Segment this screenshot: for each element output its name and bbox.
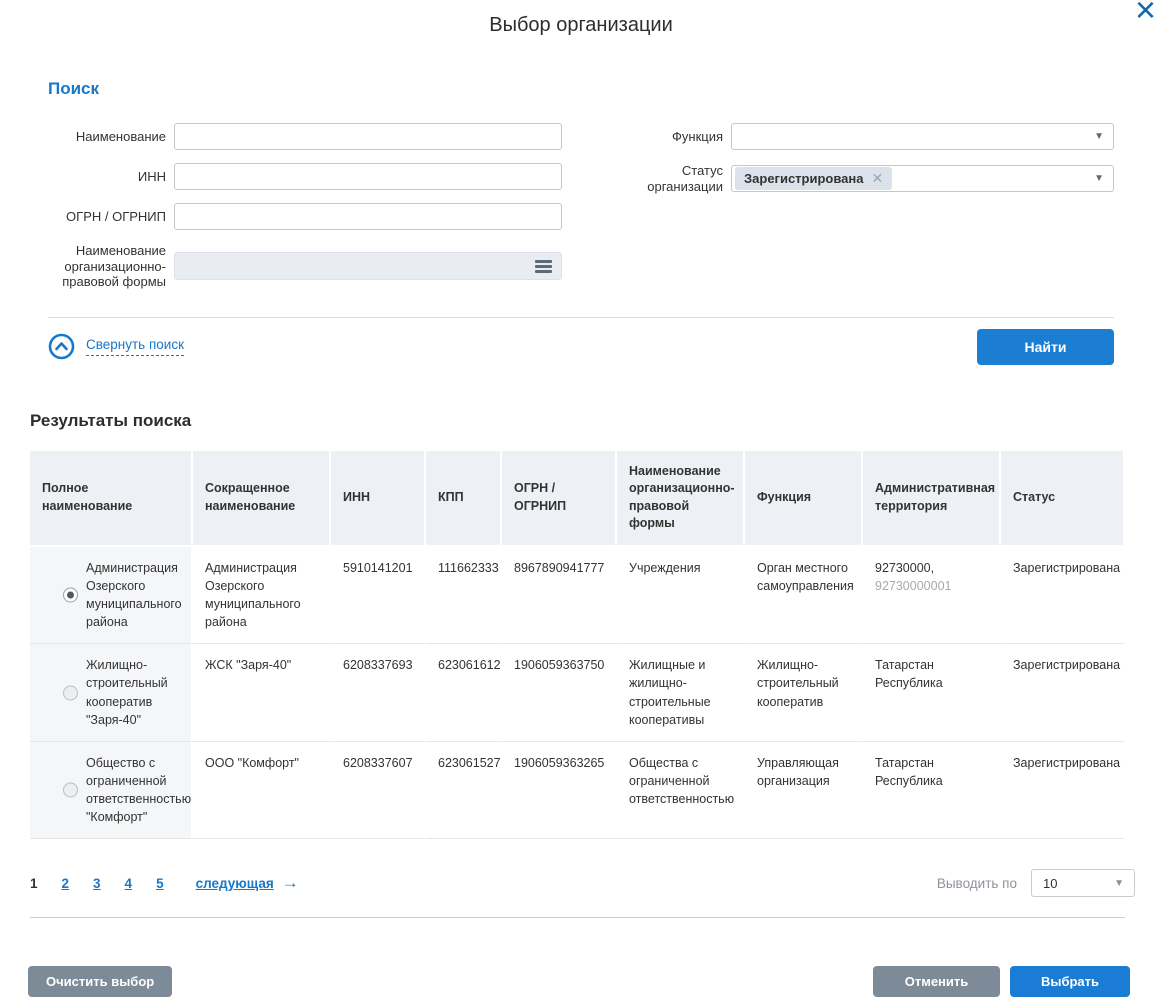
ogrn-label: ОГРН / ОГРНИП [30, 209, 166, 225]
cell-inn: 5910141201 [331, 547, 426, 645]
page-size-select[interactable]: 10 ▼ [1031, 869, 1135, 897]
cell-function: Управляющая организация [745, 742, 863, 840]
row-radio-selected[interactable] [63, 588, 78, 603]
col-header-kpp: КПП [426, 451, 502, 547]
table-row[interactable]: Администрация Озерского муниципального р… [30, 547, 1125, 645]
next-page-label: следующая [196, 876, 274, 891]
name-label: Наименование [30, 129, 166, 145]
col-header-full-name: Полное наименование [30, 451, 193, 547]
territory-code: 92730000, [875, 561, 934, 575]
cell-kpp: 623061527 [426, 742, 502, 840]
function-select[interactable]: ▼ [731, 123, 1114, 150]
col-header-short-name: Сокращенное наименование [193, 451, 331, 547]
cell-opf: Учреждения [617, 547, 745, 645]
cell-kpp: 111662333 [426, 547, 502, 645]
opf-label: Наименование организационно-правовой фор… [30, 243, 166, 290]
ogrn-input[interactable] [174, 203, 562, 230]
page-size-label: Выводить по [937, 876, 1017, 891]
cell-opf: Жилищные и жилищно-строительные кооперат… [617, 644, 745, 742]
inn-label: ИНН [30, 169, 166, 185]
find-button[interactable]: Найти [977, 329, 1114, 365]
pagination: 1 2 3 4 5 следующая → [30, 873, 299, 893]
cell-status: Зарегистрирована [1001, 644, 1125, 742]
results-section-title: Результаты поиска [30, 411, 1162, 431]
col-header-inn: ИНН [331, 451, 426, 547]
cell-short-name: Администрация Озерского муниципального р… [193, 547, 331, 645]
cell-opf: Общества с ограниченной ответственностью [617, 742, 745, 840]
page-size-value: 10 [1043, 876, 1057, 891]
search-form-left-column: Наименование ИНН ОГРН / ОГРНИП Наименова… [30, 123, 562, 303]
col-header-territory: Административная территория [863, 451, 1001, 547]
cell-kpp: 623061612 [426, 644, 502, 742]
cell-territory: Татарстан Республика [863, 742, 1001, 840]
chevron-down-icon: ▼ [1094, 131, 1104, 142]
cell-status: Зарегистрирована [1001, 547, 1125, 645]
results-table: Полное наименование Сокращенное наименов… [30, 451, 1125, 840]
page-link-3[interactable]: 3 [93, 876, 101, 891]
menu-icon [535, 260, 552, 263]
cell-short-name: ЖСК "Заря-40" [193, 644, 331, 742]
clear-selection-button[interactable]: Очистить выбор [28, 966, 172, 997]
cell-inn: 6208337607 [331, 742, 426, 840]
row-radio[interactable] [63, 685, 78, 700]
cell-status: Зарегистрирована [1001, 742, 1125, 840]
status-chip-label: Зарегистрирована [744, 171, 864, 186]
table-row[interactable]: Общество с ограниченной ответственностью… [30, 742, 1125, 840]
inn-input[interactable] [174, 163, 562, 190]
territory-code-extra: 92730000001 [875, 579, 951, 593]
footer-divider [30, 917, 1125, 918]
chip-remove-icon[interactable]: ✕ [872, 170, 884, 187]
status-select[interactable]: Зарегистрирована ✕ ▼ [731, 165, 1114, 192]
cell-full-name: Жилищно-строительный кооператив "Заря-40… [86, 658, 168, 726]
cell-ogrn: 1906059363750 [502, 644, 617, 742]
close-icon[interactable]: × [1135, 0, 1156, 28]
status-label: Статус организации [605, 163, 723, 194]
col-header-status: Статус [1001, 451, 1125, 547]
chevron-down-icon: ▼ [1094, 173, 1104, 184]
cell-territory: Татарстан Республика [863, 644, 1001, 742]
search-form-right-column: Функция ▼ Статус организации Зарегистрир… [605, 123, 1114, 303]
table-row[interactable]: Жилищно-строительный кооператив "Заря-40… [30, 644, 1125, 742]
cell-function: Жилищно-строительный кооператив [745, 644, 863, 742]
cell-ogrn: 1906059363265 [502, 742, 617, 840]
col-header-ogrn: ОГРН / ОГРНИП [502, 451, 617, 547]
cell-short-name: ООО "Комфорт" [193, 742, 331, 840]
chevron-up-circle-icon [48, 333, 75, 360]
chevron-down-icon: ▼ [1114, 878, 1124, 889]
arrow-right-icon: → [282, 873, 299, 893]
table-header-row: Полное наименование Сокращенное наименов… [30, 451, 1125, 547]
page-link-5[interactable]: 5 [156, 876, 164, 891]
select-button[interactable]: Выбрать [1010, 966, 1130, 997]
row-radio[interactable] [63, 783, 78, 798]
cell-territory: 92730000, 92730000001 [863, 547, 1001, 645]
dialog-title: Выбор организации [0, 0, 1162, 37]
cell-full-name: Общество с ограниченной ответственностью… [86, 756, 191, 824]
page-current: 1 [30, 876, 38, 891]
opf-field[interactable] [174, 252, 562, 280]
search-section-title: Поиск [48, 79, 1162, 99]
collapse-search-link[interactable]: Свернуть поиск [48, 333, 184, 360]
name-input[interactable] [174, 123, 562, 150]
collapse-search-label: Свернуть поиск [86, 337, 184, 356]
cell-inn: 6208337693 [331, 644, 426, 742]
search-form: Наименование ИНН ОГРН / ОГРНИП Наименова… [30, 123, 1114, 303]
function-label: Функция [605, 129, 723, 145]
cell-function: Орган местного самоуправления [745, 547, 863, 645]
col-header-opf: Наименование организационно-правовой фор… [617, 451, 745, 547]
cell-full-name: Администрация Озерского муниципального р… [86, 561, 182, 629]
status-chip: Зарегистрирована ✕ [735, 167, 892, 190]
page-link-4[interactable]: 4 [125, 876, 133, 891]
next-page-link[interactable]: следующая → [196, 873, 299, 893]
page-link-2[interactable]: 2 [62, 876, 70, 891]
cancel-button[interactable]: Отменить [873, 966, 1000, 997]
cell-ogrn: 8967890941777 [502, 547, 617, 645]
col-header-function: Функция [745, 451, 863, 547]
search-divider [48, 317, 1114, 318]
